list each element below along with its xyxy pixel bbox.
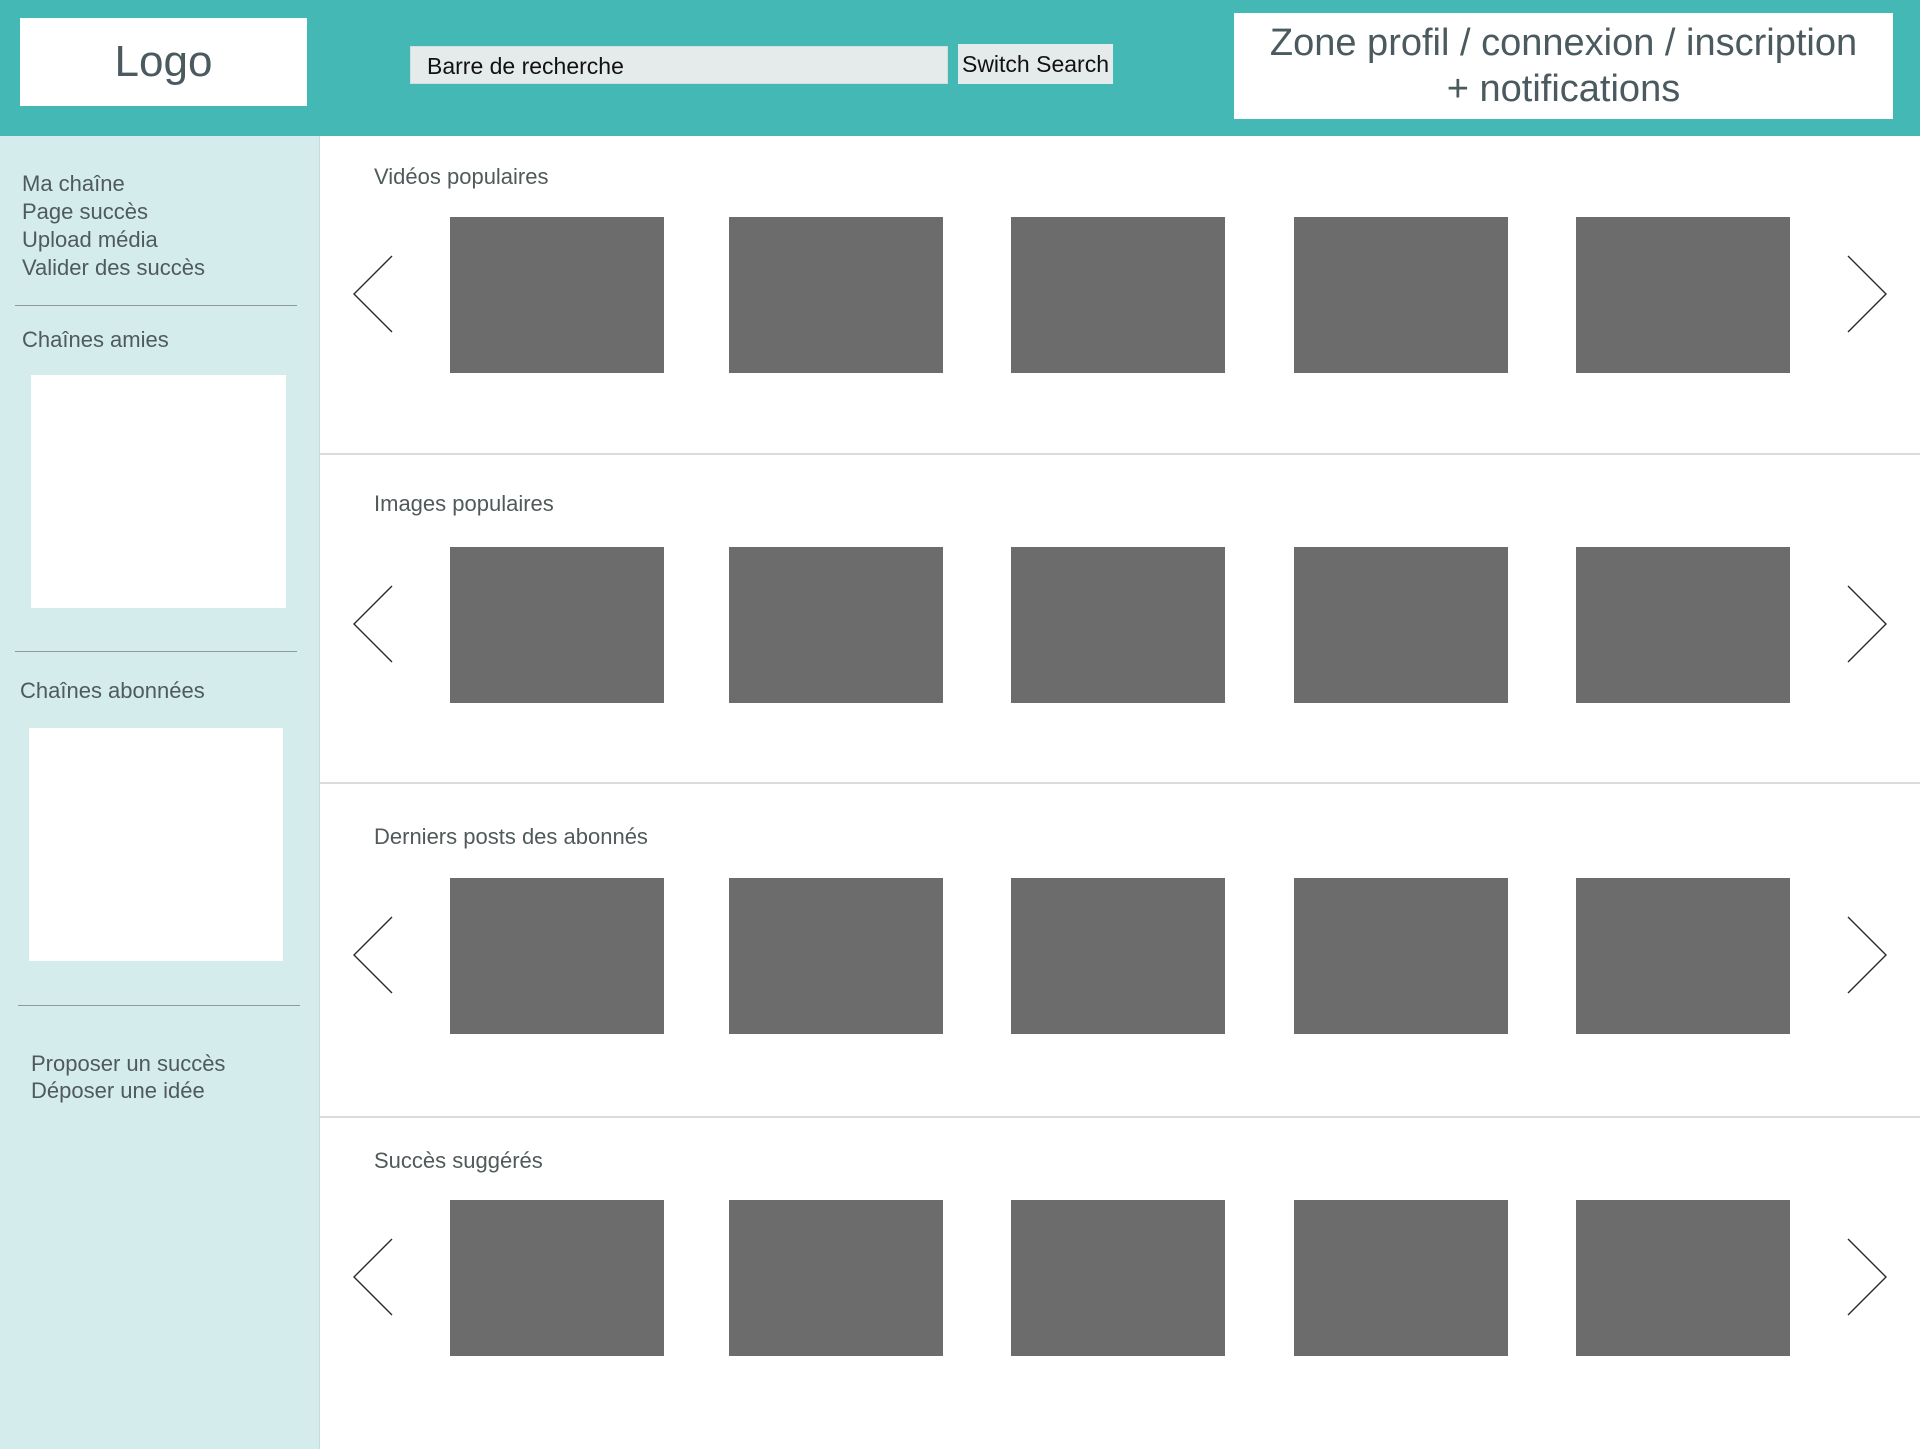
carousel-section: Derniers posts des abonnés [320, 782, 1920, 1116]
media-thumbnail[interactable] [1576, 547, 1790, 703]
search-input[interactable]: Barre de recherche [410, 46, 948, 84]
media-thumbnail[interactable] [1011, 1200, 1225, 1356]
carousel-section: Succès suggérés [320, 1116, 1920, 1449]
subscribed-channels-title: Chaînes abonnées [20, 678, 205, 703]
chevron-right-icon[interactable] [1846, 915, 1888, 995]
friends-channels-title: Chaînes amies [22, 327, 169, 352]
sidebar-item-valider-succes[interactable]: Valider des succès [22, 254, 205, 282]
sidebar-nav: Ma chaîne Page succès Upload média Valid… [22, 170, 205, 282]
media-thumbnail[interactable] [1294, 878, 1508, 1034]
media-thumbnail[interactable] [450, 547, 664, 703]
media-thumbnail[interactable] [450, 878, 664, 1034]
media-thumbnail[interactable] [1576, 217, 1790, 373]
sidebar: Ma chaîne Page succès Upload média Valid… [0, 136, 320, 1449]
section-title: Derniers posts des abonnés [374, 824, 648, 849]
chevron-right-icon[interactable] [1846, 584, 1888, 664]
profile-zone[interactable]: Zone profil / connexion / inscription + … [1234, 13, 1893, 119]
sidebar-divider [15, 305, 297, 306]
top-header: Logo Barre de recherche Switch Search Zo… [0, 0, 1920, 136]
sidebar-item-upload-media[interactable]: Upload média [22, 226, 205, 254]
subscribed-channels-list[interactable] [29, 728, 283, 961]
chevron-left-icon[interactable] [352, 1237, 394, 1317]
chevron-left-icon[interactable] [352, 254, 394, 334]
media-thumbnail[interactable] [729, 1200, 943, 1356]
media-thumbnail[interactable] [1011, 878, 1225, 1034]
media-thumbnail[interactable] [450, 217, 664, 373]
profile-zone-line2: + notifications [1446, 68, 1681, 110]
carousel-section: Images populaires [320, 453, 1920, 782]
sidebar-divider [15, 651, 297, 652]
sidebar-item-page-succes[interactable]: Page succès [22, 198, 205, 226]
sidebar-divider [18, 1005, 300, 1006]
friends-channels-list[interactable] [31, 375, 286, 608]
media-thumbnail[interactable] [729, 878, 943, 1034]
logo[interactable]: Logo [20, 18, 307, 106]
media-thumbnail[interactable] [1011, 217, 1225, 373]
profile-zone-line1: Zone profil / connexion / inscription [1269, 22, 1858, 64]
section-title: Succès suggérés [374, 1148, 543, 1173]
sidebar-bottom-nav: Proposer un succès Déposer une idée [31, 1050, 225, 1104]
carousel-section: Vidéos populaires [320, 136, 1920, 453]
media-thumbnail[interactable] [1294, 1200, 1508, 1356]
submit-idea-link[interactable]: Déposer une idée [31, 1077, 225, 1104]
chevron-right-icon[interactable] [1846, 254, 1888, 334]
switch-search-button[interactable]: Switch Search [958, 44, 1113, 84]
media-thumbnail[interactable] [1011, 547, 1225, 703]
media-thumbnail[interactable] [1576, 1200, 1790, 1356]
media-thumbnail[interactable] [1576, 878, 1790, 1034]
media-thumbnail[interactable] [729, 217, 943, 373]
media-thumbnail[interactable] [1294, 547, 1508, 703]
chevron-left-icon[interactable] [352, 915, 394, 995]
media-thumbnail[interactable] [450, 1200, 664, 1356]
sidebar-item-ma-chaine[interactable]: Ma chaîne [22, 170, 205, 198]
propose-success-link[interactable]: Proposer un succès [31, 1050, 225, 1077]
chevron-left-icon[interactable] [352, 584, 394, 664]
section-title: Images populaires [374, 491, 554, 516]
media-thumbnail[interactable] [729, 547, 943, 703]
chevron-right-icon[interactable] [1846, 1237, 1888, 1317]
section-title: Vidéos populaires [374, 164, 549, 189]
media-thumbnail[interactable] [1294, 217, 1508, 373]
